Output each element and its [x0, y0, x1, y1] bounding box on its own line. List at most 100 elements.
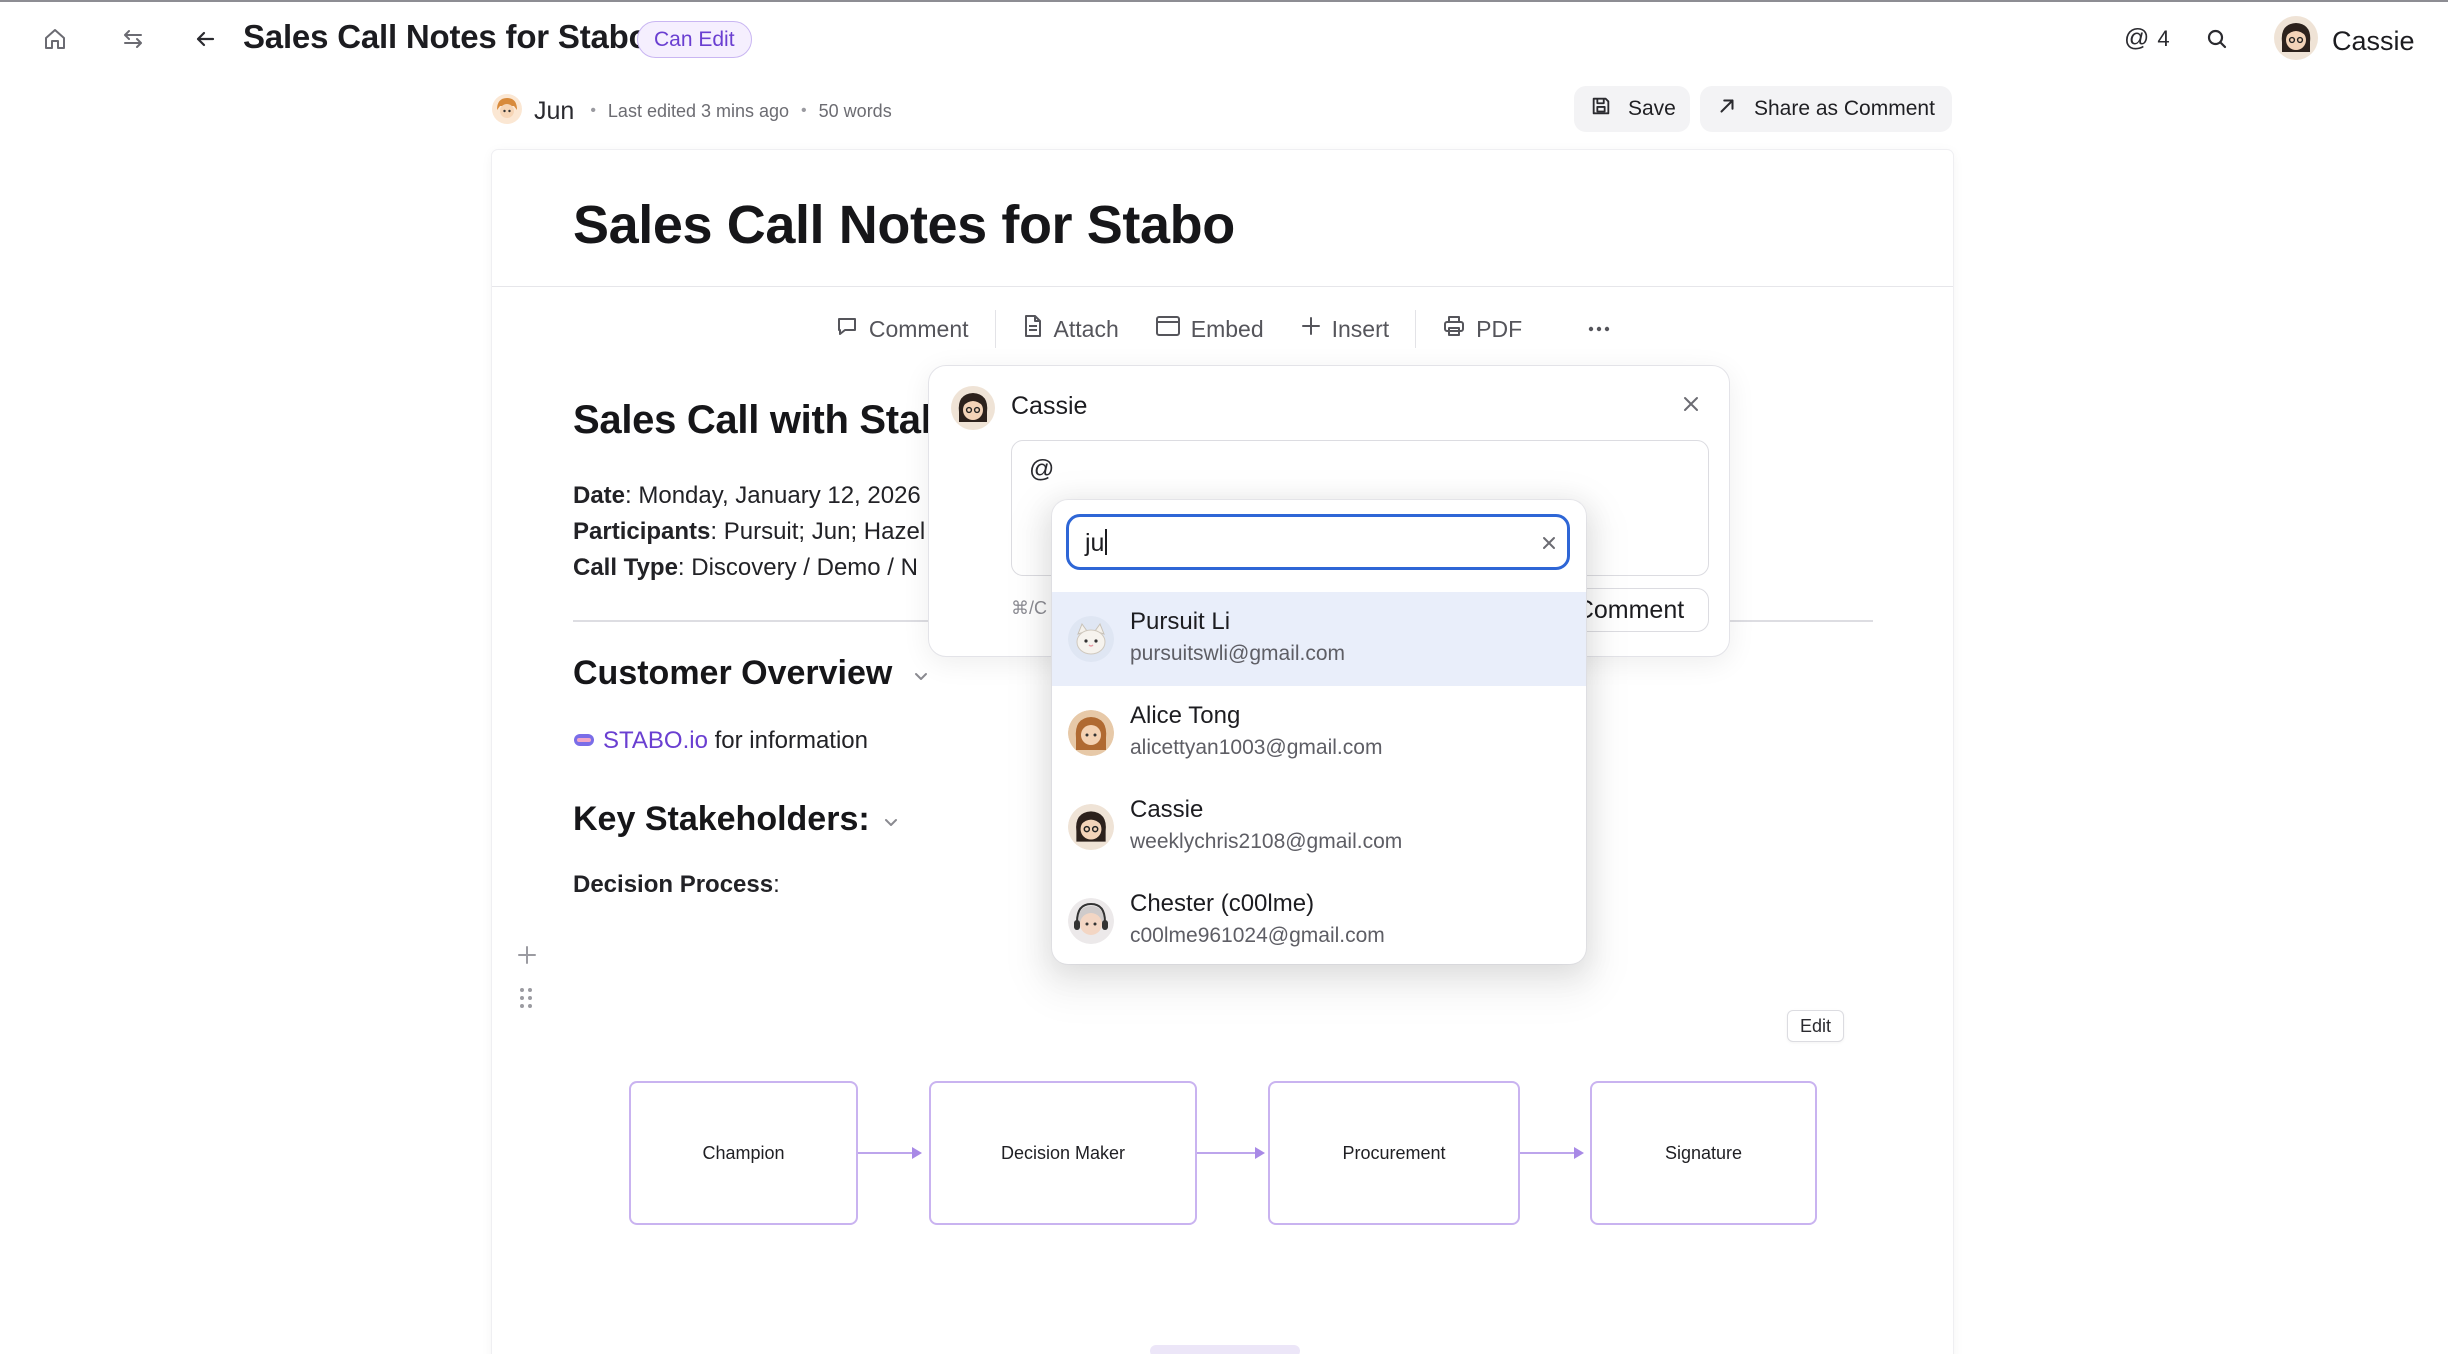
flow-arrow — [1520, 1147, 1584, 1159]
title-divider — [492, 286, 1953, 287]
top-bar: Sales Call Notes for Stabo Can Edit @ 4 … — [0, 2, 2448, 74]
mention-option-name: Cassie — [1130, 796, 1204, 823]
flow-node-champion[interactable]: Champion — [629, 1081, 858, 1225]
mention-option-name: Pursuit Li — [1130, 608, 1231, 635]
author-name[interactable]: Jun — [534, 97, 574, 126]
comment-tool[interactable]: Comment — [817, 314, 987, 344]
diagram-edit-button[interactable]: Edit — [1787, 1010, 1845, 1042]
stabo-link[interactable]: STABO.io — [603, 727, 708, 754]
close-icon[interactable] — [1679, 392, 1703, 416]
home-icon[interactable] — [38, 22, 72, 56]
avatar — [1068, 616, 1114, 662]
key-stakeholders-heading[interactable]: Key Stakeholders: — [573, 800, 870, 839]
stabo-suffix: for information — [707, 727, 868, 754]
mention-option-chester[interactable]: Chester (c00lme) c00lme961024@gmail.com — [1052, 874, 1586, 964]
section-heading[interactable]: Sales Call with Stal — [573, 398, 932, 443]
printer-icon — [1442, 314, 1466, 344]
separator-dot: • — [590, 102, 596, 119]
pdf-tool[interactable]: PDF — [1424, 314, 1540, 344]
editor-toolbar: Comment Attach Embed Insert PDF — [492, 304, 1953, 354]
comment-author: Cassie — [1011, 392, 1088, 420]
save-label: Save — [1628, 97, 1676, 120]
mention-search-value: ju — [1085, 529, 1108, 558]
flow-node-procurement[interactable]: Procurement — [1268, 1081, 1520, 1225]
save-button[interactable]: Save — [1574, 86, 1690, 132]
embed-tool-label: Embed — [1190, 315, 1264, 342]
permission-badge[interactable]: Can Edit — [637, 21, 752, 58]
last-edited: Last edited 3 mins ago — [607, 100, 790, 121]
chevron-down-icon[interactable] — [882, 813, 900, 831]
mention-option-alice-tong[interactable]: Alice Tong alicettyan1003@gmail.com — [1052, 686, 1586, 780]
call-type-value: : Discovery / Demo / N — [677, 554, 918, 581]
attach-tool-label: Attach — [1053, 315, 1119, 342]
flow-arrow — [1197, 1147, 1265, 1159]
insert-tool-label: Insert — [1331, 315, 1390, 342]
date-value: : Monday, January 12, 2026 — [625, 482, 921, 509]
mention-option-email: c00lme961024@gmail.com — [1130, 924, 1385, 947]
date-label: Date — [573, 482, 626, 509]
chevron-down-icon[interactable] — [912, 667, 930, 685]
avatar — [1068, 710, 1114, 756]
swap-icon[interactable] — [116, 22, 150, 56]
mention-option-pursuit-li[interactable]: Pursuit Li pursuitswli@gmail.com — [1052, 592, 1586, 686]
save-icon — [1590, 95, 1612, 123]
clear-icon[interactable] — [1539, 533, 1559, 553]
flow-arrow — [858, 1147, 922, 1159]
mention-option-name: Chester (c00lme) — [1130, 890, 1315, 917]
embed-tool[interactable]: Embed — [1137, 315, 1282, 343]
participants-value: : Pursuit; Jun; Hazel — [710, 518, 926, 545]
participants-line[interactable]: Participants: Pursuit; Jun; Hazel — [573, 518, 925, 546]
flow-node-decision-maker[interactable]: Decision Maker — [929, 1081, 1197, 1225]
decision-process-suffix: : — [773, 871, 780, 898]
link-icon — [573, 726, 595, 754]
flow-node-signature[interactable]: Signature — [1590, 1081, 1817, 1225]
date-line[interactable]: Date: Monday, January 12, 2026 — [573, 482, 921, 510]
at-icon: @ — [2124, 24, 2150, 52]
mention-dropdown: ju Pursuit Li pursuitswli@gmail.com Alic… — [1052, 500, 1586, 964]
insert-tool[interactable]: Insert — [1282, 315, 1408, 343]
add-block-icon[interactable] — [516, 942, 538, 973]
mention-option-cassie[interactable]: Cassie weeklychris2108@gmail.com — [1052, 780, 1586, 874]
author-avatar — [492, 93, 522, 129]
comment-input-value: @ — [1029, 455, 1055, 483]
stabo-line: STABO.io for information — [573, 726, 868, 755]
avatar — [951, 386, 995, 435]
decision-process-line[interactable]: Decision Process: — [573, 871, 780, 899]
mention-option-email: pursuitswli@gmail.com — [1130, 642, 1346, 665]
mention-option-email: alicettyan1003@gmail.com — [1130, 736, 1383, 759]
call-type-label: Call Type — [573, 554, 678, 581]
pdf-tool-label: PDF — [1476, 315, 1523, 342]
decision-process-label: Decision Process — [573, 871, 774, 898]
drag-handle-icon[interactable] — [518, 986, 534, 1017]
avatar — [1068, 804, 1114, 850]
back-arrow-icon[interactable] — [188, 22, 222, 56]
attach-tool[interactable]: Attach — [1004, 314, 1137, 344]
avatar — [1068, 898, 1114, 944]
user-name: Cassie — [2332, 26, 2415, 56]
more-options-icon[interactable] — [1570, 326, 1628, 332]
word-count: 50 words — [818, 100, 892, 121]
comment-tool-label: Comment — [868, 315, 969, 342]
page-title: Sales Call Notes for Stabo — [243, 18, 649, 55]
arrow-up-right-icon — [1716, 95, 1738, 123]
document-meta: Jun • Last edited 3 mins ago • 50 words — [492, 93, 892, 129]
mention-count: 4 — [2157, 25, 2170, 51]
mention-search-input[interactable]: ju — [1066, 514, 1570, 570]
toolbar-separator — [994, 310, 996, 348]
file-icon — [1022, 314, 1044, 344]
toolbar-separator — [1415, 310, 1417, 348]
embed-icon — [1155, 315, 1181, 343]
call-type-line[interactable]: Call Type: Discovery / Demo / N — [573, 554, 918, 582]
search-icon[interactable] — [2200, 22, 2234, 56]
separator-dot: • — [801, 102, 807, 119]
share-as-comment-button[interactable]: Share as Comment — [1700, 86, 1952, 132]
plus-icon — [1300, 315, 1322, 343]
document-title[interactable]: Sales Call Notes for Stabo — [573, 194, 1235, 256]
mention-option-name: Alice Tong — [1130, 702, 1241, 729]
avatar — [2274, 16, 2318, 67]
customer-overview-heading[interactable]: Customer Overview — [573, 654, 892, 693]
mentions-button[interactable]: @ 4 — [2124, 24, 2170, 53]
share-label: Share as Comment — [1754, 97, 1935, 120]
user-menu[interactable]: Cassie — [2274, 16, 2415, 67]
scroll-indicator — [1150, 1345, 1300, 1354]
